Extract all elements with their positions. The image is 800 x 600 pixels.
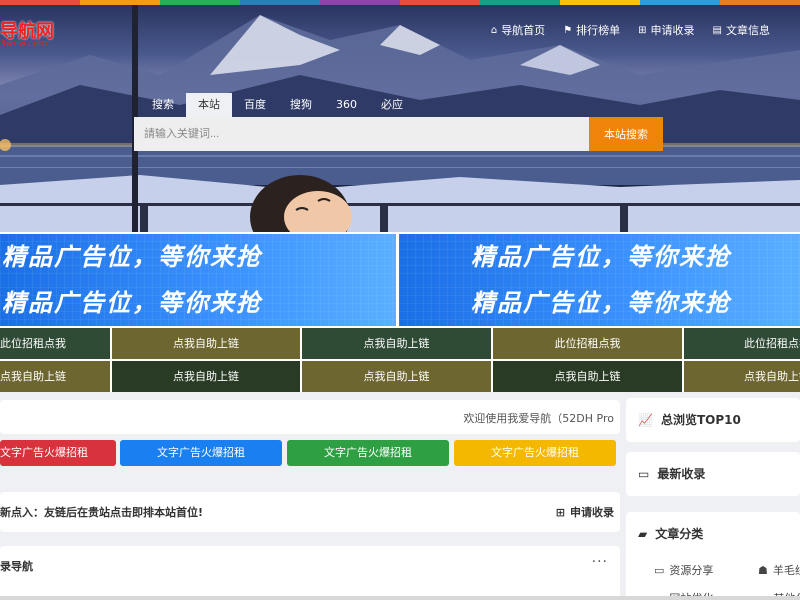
welcome-card: 欢迎使用我爱导航（52DH Pro xyxy=(0,400,620,434)
category-label: 资源分享 xyxy=(669,564,714,577)
search-engine-tabs: 搜索 本站 百度 搜狗 360 必应 xyxy=(140,93,415,117)
banner-ad-area: 精品广告位，等你来抢 精品广告位，等你来抢 精品广告位，等你来抢 精品广告位，等… xyxy=(0,232,800,328)
category-item[interactable]: ☗ 羊毛线 xyxy=(758,562,800,578)
sidebar-top10-label: 总浏览TOP10 xyxy=(660,413,741,427)
text-ad-pill[interactable]: 文字广告火爆招租 xyxy=(120,440,282,466)
banner-ad[interactable]: 精品广告位，等你来抢 xyxy=(0,234,396,280)
text-ad-row: 文字广告火爆招租 文字广告火爆招租 文字广告火爆招租 文字广告火爆招租 xyxy=(0,440,620,468)
notice-text: 新点入：友链后在贵站点击即排本站首位! xyxy=(0,506,204,519)
text-ad-pill[interactable]: 文字广告火爆招租 xyxy=(454,440,616,466)
notice-card: 新点入：友链后在贵站点击即排本站首位! ⊞ 申请收录 xyxy=(0,492,620,532)
sidebar-latest-label: 最新收录 xyxy=(657,467,706,481)
category-item[interactable]: ▭ 资源分享 xyxy=(654,562,713,578)
apply-inclusion-label: 申请收录 xyxy=(570,506,614,519)
tab-bing[interactable]: 必应 xyxy=(369,93,415,117)
nav-section-card: 录导航 ··· xyxy=(0,546,620,600)
banner-ad[interactable]: 精品广告位，等你来抢 xyxy=(399,234,800,280)
sidebar-categories-card: ▰ 文章分类 ▭ 资源分享 ☗ 羊毛线 ▭ 网站优化 ▭ 其他分 xyxy=(626,512,800,600)
link-cell[interactable]: 点我自助上链 xyxy=(302,328,491,359)
search-button[interactable]: 本站搜索 xyxy=(589,117,663,151)
folder-icon: ▰ xyxy=(638,526,648,541)
category-label: 羊毛线 xyxy=(772,564,800,577)
tab-sogou[interactable]: 搜狗 xyxy=(278,93,324,117)
monitor-icon: ▭ xyxy=(638,466,650,481)
hero-header: 导航网 3wew.com ⌂ 导航首页 ⚑ 排行榜单 ⊞ 申请收录 ▤ 文章信息… xyxy=(0,5,800,232)
link-cell[interactable]: 此位招租点我 xyxy=(493,328,682,359)
sidebar-categories-label: 文章分类 xyxy=(655,527,704,541)
sidebar-categories-title: ▰ 文章分类 xyxy=(638,525,703,542)
top-nav: ⌂ 导航首页 ⚑ 排行榜单 ⊞ 申请收录 ▤ 文章信息 xyxy=(491,22,800,38)
more-icon[interactable]: ··· xyxy=(592,554,608,570)
nav-item-label: 文章信息 xyxy=(726,24,770,37)
welcome-text: 欢迎使用我爱导航（52DH Pro xyxy=(463,412,614,425)
plus-square-icon: ⊞ xyxy=(555,505,565,519)
nav-item-label: 排行榜单 xyxy=(576,24,621,37)
plus-square-icon: ⊞ xyxy=(638,24,647,36)
tab-site[interactable]: 本站 xyxy=(186,93,232,117)
nav-item-label: 申请收录 xyxy=(650,24,695,37)
chart-line-icon: 📈 xyxy=(638,412,653,427)
horizontal-scrollbar[interactable] xyxy=(0,596,800,600)
nav-item-home[interactable]: ⌂ 导航首页 xyxy=(491,22,545,38)
sidebar-top10-title: 📈 总浏览TOP10 xyxy=(638,411,741,428)
link-cell[interactable]: 此位招租点我 xyxy=(0,328,110,359)
folder-open-icon: ▭ xyxy=(654,563,665,577)
sidebar-top10-card: 📈 总浏览TOP10 xyxy=(626,398,800,442)
link-cell[interactable]: 点我自助上链 xyxy=(493,361,682,392)
apply-inclusion-button[interactable]: ⊞ 申请收录 xyxy=(556,504,614,520)
nav-item-articles[interactable]: ▤ 文章信息 xyxy=(713,22,770,38)
flag-icon: ⚑ xyxy=(563,24,573,36)
tab-360[interactable]: 360 xyxy=(324,93,369,117)
sidebar-latest-title: ▭ 最新收录 xyxy=(638,465,705,482)
text-ad-pill[interactable]: 文字广告火爆招租 xyxy=(0,440,116,466)
section-title: 录导航 xyxy=(0,560,33,573)
search-input[interactable] xyxy=(134,117,589,151)
book-icon: ▤ xyxy=(712,24,722,36)
text-ad-pill[interactable]: 文字广告火爆招租 xyxy=(287,440,449,466)
nav-item-apply[interactable]: ⊞ 申请收录 xyxy=(638,22,694,38)
banner-ad[interactable]: 精品广告位，等你来抢 xyxy=(399,280,800,326)
tag-icon: ☗ xyxy=(758,563,768,577)
nav-item-label: 导航首页 xyxy=(501,24,546,37)
tab-search[interactable]: 搜索 xyxy=(140,93,186,117)
link-cell[interactable]: 点我自助上链 xyxy=(684,361,800,392)
link-cell[interactable]: 点我自助上链 xyxy=(112,361,300,392)
link-grid: 此位招租点我 点我自助上链 点我自助上链 此位招租点我 此位招租点我 点我自助上… xyxy=(0,328,800,392)
tab-baidu[interactable]: 百度 xyxy=(232,93,278,117)
banner-ad[interactable]: 精品广告位，等你来抢 xyxy=(0,280,396,326)
site-logo-subtitle: 3wew.com xyxy=(0,39,48,49)
link-cell[interactable]: 点我自助上链 xyxy=(0,361,110,392)
nav-item-ranking[interactable]: ⚑ 排行榜单 xyxy=(563,22,620,38)
sidebar-latest-card: ▭ 最新收录 xyxy=(626,452,800,496)
home-icon: ⌂ xyxy=(490,24,498,36)
link-cell[interactable]: 点我自助上链 xyxy=(112,328,300,359)
link-cell[interactable]: 点我自助上链 xyxy=(302,361,491,392)
link-cell[interactable]: 此位招租点我 xyxy=(684,328,800,359)
